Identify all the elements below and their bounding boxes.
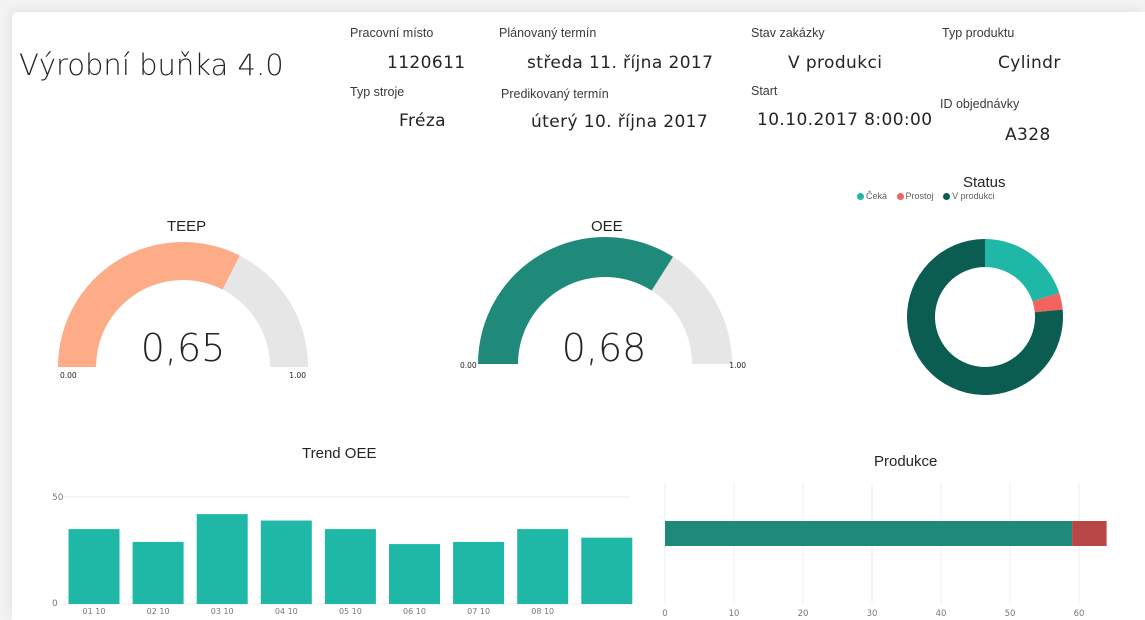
- produkce-xtick-label: 50: [1005, 609, 1016, 619]
- produkce-bar-segment-1[interactable]: [1072, 521, 1107, 546]
- trend-ytick-top: 50: [52, 493, 64, 503]
- trend-xtick-label: 07 10: [467, 607, 490, 616]
- trend-xtick-label: 03 10: [211, 607, 234, 616]
- start-label: Start: [751, 84, 778, 98]
- trend-bar[interactable]: [581, 537, 633, 604]
- status-legend: Čeká Prostoj V produkci: [857, 191, 1002, 201]
- order-id-value: A328: [1005, 125, 1051, 145]
- workplace-label: Pracovní místo: [350, 26, 434, 40]
- trend-ytick-bottom: 0: [52, 599, 58, 609]
- legend-label-v-produkci: V produkci: [952, 191, 995, 201]
- status-donut[interactable]: [900, 232, 1070, 402]
- product-type-value: Cylindr: [998, 53, 1061, 73]
- produkce-title: Produkce: [874, 453, 938, 470]
- produkce-xtick-label: 40: [936, 609, 947, 619]
- machine-type-value: Fréza: [399, 111, 446, 131]
- oee-min-label: 0.00: [460, 361, 477, 370]
- trend-bar[interactable]: [196, 514, 248, 604]
- produkce-chart[interactable]: 0 10 20 30 40 50 60: [650, 475, 1130, 620]
- donut-slice-0[interactable]: [985, 239, 1060, 302]
- oee-gauge[interactable]: 0,68 0.00 1.00: [460, 230, 760, 390]
- order-status-value: V produkci: [788, 53, 883, 73]
- legend-dot-v-produkci: [943, 193, 951, 200]
- trend-xtick-label: 02 10: [147, 607, 170, 616]
- status-title: Status: [963, 174, 1006, 191]
- trend-bar[interactable]: [389, 544, 440, 604]
- legend-label-prostoj: Prostoj: [905, 191, 934, 201]
- produkce-xtick-label: 10: [729, 609, 740, 619]
- teep-value: 0,65: [141, 326, 226, 370]
- order-id-label: ID objednávky: [940, 97, 1020, 111]
- machine-type-label: Typ stroje: [350, 85, 405, 99]
- produkce-bar-segment-0[interactable]: [665, 521, 1073, 546]
- trend-xtick-label: 08 10: [531, 607, 554, 616]
- teep-gauge[interactable]: 0,65 0.00 1.00: [40, 230, 330, 390]
- legend-dot-ceka: [857, 193, 864, 200]
- produkce-xtick-label: 20: [798, 609, 809, 619]
- product-type-label: Typ produktu: [942, 26, 1015, 40]
- legend-item-prostoj[interactable]: Prostoj: [896, 191, 934, 201]
- trend-xtick-label: 06 10: [403, 607, 426, 616]
- oee-value: 0,68: [562, 326, 647, 370]
- workplace-value: 1120611: [387, 53, 466, 73]
- teep-max-label: 1.00: [289, 371, 306, 380]
- trend-bar[interactable]: [517, 529, 569, 604]
- predicted-date-value: úterý 10. října 2017: [531, 112, 709, 132]
- trend-bar[interactable]: [324, 529, 376, 604]
- legend-label-ceka: Čeká: [866, 191, 888, 201]
- start-value: 10.10.2017 8:00:00: [757, 110, 933, 130]
- trend-bar[interactable]: [453, 541, 505, 604]
- teep-min-label: 0.00: [60, 371, 77, 380]
- produkce-xtick-label: 60: [1074, 609, 1085, 619]
- legend-item-v-produkci[interactable]: V produkci: [943, 191, 995, 201]
- page-title: Výrobní buňka 4.0: [19, 48, 284, 82]
- trend-bar[interactable]: [132, 541, 184, 604]
- trend-bar[interactable]: [260, 520, 312, 604]
- legend-item-ceka[interactable]: Čeká: [857, 191, 887, 201]
- trend-xtick-label: 05 10: [339, 607, 362, 616]
- oee-max-label: 1.00: [729, 361, 746, 370]
- trend-bar[interactable]: [68, 529, 120, 604]
- legend-dot-prostoj: [896, 193, 904, 200]
- planned-date-value: středa 11. října 2017: [527, 53, 714, 73]
- trend-oee-title: Trend OEE: [302, 445, 377, 462]
- produkce-xtick-label: 0: [662, 609, 667, 619]
- planned-date-label: Plánovaný termín: [499, 26, 597, 40]
- produkce-xtick-label: 30: [867, 609, 878, 619]
- trend-xtick-label: 01 10: [83, 607, 106, 616]
- trend-oee-chart[interactable]: 01 10 02 10 03 10 04 10 05 10 06 10 07 10 08 10…: [40, 485, 640, 620]
- trend-xtick-label: 04 10: [275, 607, 298, 616]
- order-status-label: Stav zakázky: [751, 26, 825, 40]
- predicted-date-label: Predikovaný termín: [501, 87, 609, 101]
